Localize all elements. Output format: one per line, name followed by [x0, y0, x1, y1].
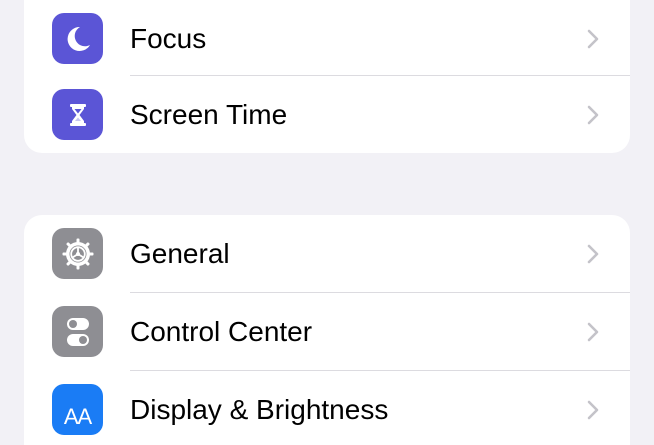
chevron-right-icon: [587, 29, 599, 49]
settings-row-label: Display & Brightness: [130, 394, 389, 425]
settings-row-display-brightness[interactable]: AA Display & Brightness: [24, 371, 630, 445]
toggles-icon: [52, 306, 103, 357]
chevron-right-icon: [587, 244, 599, 264]
text-size-icon: AA: [52, 384, 103, 435]
chevron-right-icon: [587, 400, 599, 420]
moon-icon: [52, 13, 103, 64]
settings-row-general[interactable]: General: [24, 215, 630, 293]
settings-row-screen-time[interactable]: Screen Time: [24, 76, 630, 153]
settings-group-general: General Control Center AA Display & Brig…: [24, 215, 630, 445]
gear-icon: [52, 228, 103, 279]
chevron-right-icon: [587, 322, 599, 342]
settings-row-label: Screen Time: [130, 99, 288, 130]
hourglass-icon: [52, 89, 103, 140]
settings-row-focus[interactable]: Focus: [24, 0, 630, 78]
chevron-right-icon: [587, 105, 599, 125]
settings-group-focus: Focus Screen Time: [24, 0, 630, 153]
settings-row-label: General: [130, 238, 230, 269]
settings-row-control-center[interactable]: Control Center: [24, 293, 630, 371]
settings-row-label: Control Center: [130, 316, 313, 347]
text-size-glyph: AA: [63, 403, 92, 429]
settings-row-label: Focus: [130, 23, 207, 54]
